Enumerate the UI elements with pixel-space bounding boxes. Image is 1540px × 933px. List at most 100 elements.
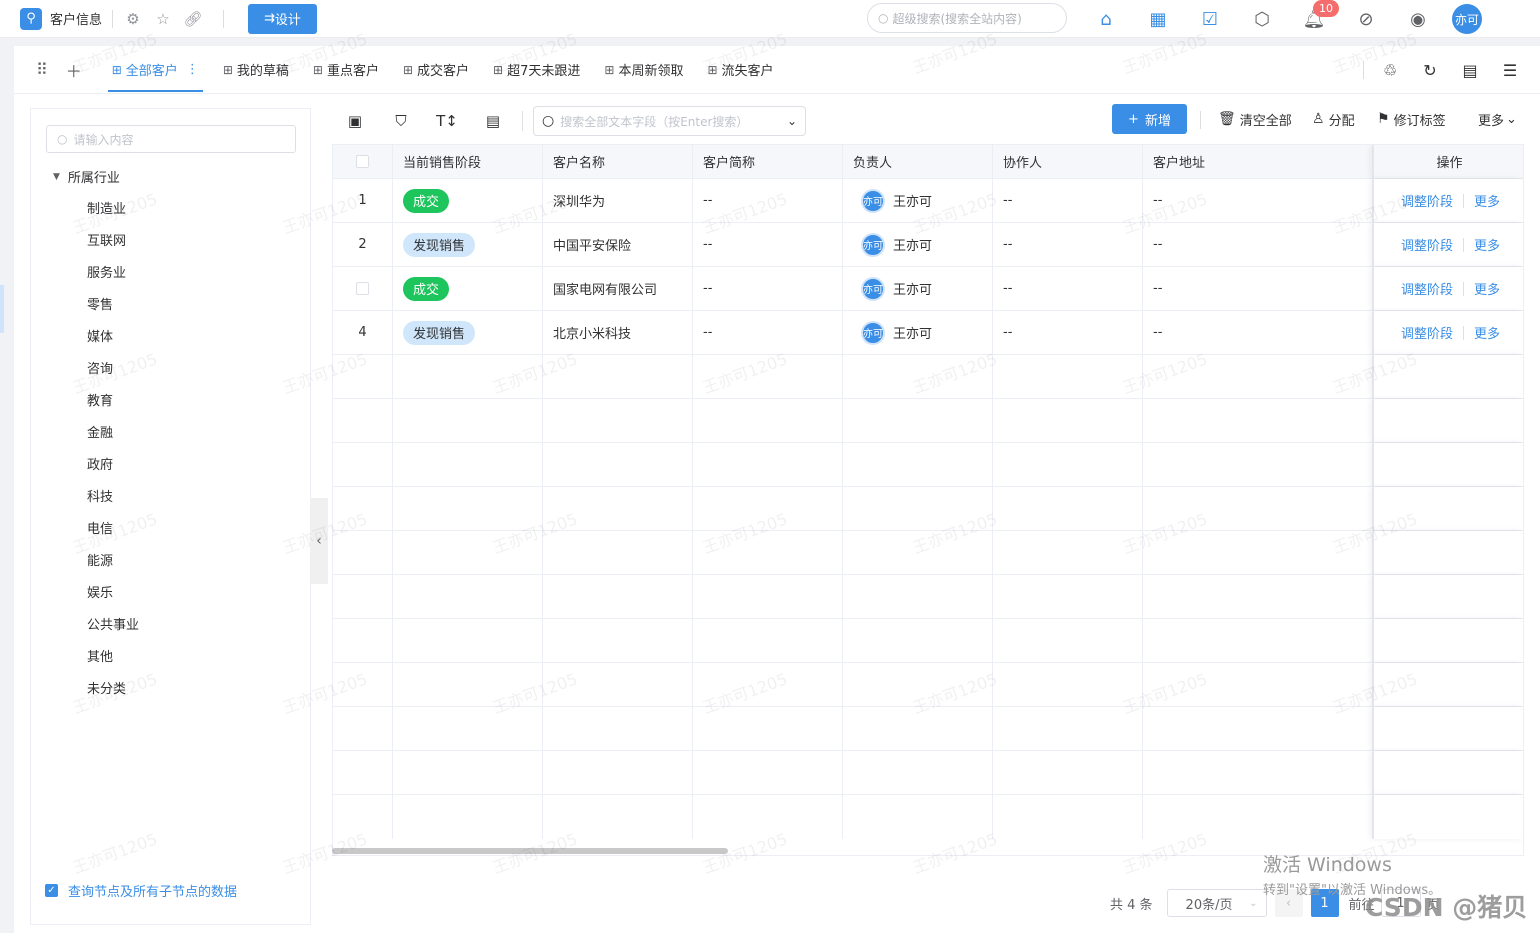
more-link[interactable]: 更多 bbox=[1474, 323, 1500, 342]
tab-no-followup-7d[interactable]: ⊞ 超7天未跟进 bbox=[481, 46, 592, 94]
more-dropdown-button[interactable]: 更多 ⌄ bbox=[1478, 104, 1517, 134]
search-list-icon[interactable]: ☰ bbox=[1490, 61, 1530, 80]
customer-name[interactable]: 深圳华为 bbox=[543, 179, 693, 222]
tree-root-node[interactable]: ▼ 所属行业 bbox=[53, 167, 120, 186]
column-header[interactable]: 负责人 bbox=[843, 145, 993, 178]
report-icon[interactable]: ▤ bbox=[1450, 61, 1490, 80]
divider bbox=[1363, 61, 1364, 79]
tree-item[interactable]: 服务业 bbox=[87, 263, 139, 295]
left-edge-highlight bbox=[0, 285, 4, 333]
table-row[interactable]: 成交 国家电网有限公司 -- 亦可 王亦可 -- -- 调整阶段 更多 bbox=[333, 267, 1523, 311]
tab-more-icon[interactable]: ⋮ bbox=[186, 62, 199, 77]
stage-tag: 成交 bbox=[403, 276, 450, 301]
tree-item[interactable]: 金融 bbox=[87, 423, 139, 455]
table-row[interactable]: 4 发现销售 北京小米科技 -- 亦可 王亦可 -- -- 调整阶段 更多 bbox=[333, 311, 1523, 355]
adjust-stage-link[interactable]: 调整阶段 bbox=[1401, 191, 1453, 210]
tree-item[interactable]: 未分类 bbox=[87, 679, 139, 711]
column-settings-icon[interactable]: ▤ bbox=[470, 112, 516, 130]
revise-tag-button[interactable]: ⚑ 修订标签 bbox=[1377, 104, 1446, 134]
select-all-checkbox[interactable] bbox=[356, 155, 369, 168]
tab-label: 我的草稿 bbox=[236, 64, 289, 79]
tab-deal-customers[interactable]: ⊞ 成交客户 bbox=[391, 46, 481, 94]
customer-name[interactable]: 中国平安保险 bbox=[543, 223, 693, 266]
customer-name[interactable]: 北京小米科技 bbox=[543, 311, 693, 354]
owner-avatar: 亦可 bbox=[861, 232, 885, 257]
more-link[interactable]: 更多 bbox=[1474, 235, 1500, 254]
settings-gear-icon[interactable]: ⚙ bbox=[123, 9, 143, 29]
link-icon[interactable]: 🔗︎ bbox=[183, 9, 203, 29]
tree-item[interactable]: 互联网 bbox=[87, 231, 139, 263]
table-search-input[interactable]: ○ 搜索全部文本字段（按Enter搜索） ⌄ bbox=[533, 106, 806, 136]
assign-button[interactable]: ♙ 分配 bbox=[1312, 104, 1355, 134]
adjust-stage-link[interactable]: 调整阶段 bbox=[1401, 235, 1453, 254]
view-layout-icon[interactable]: ▣ bbox=[332, 112, 378, 130]
column-header[interactable]: 客户地址 bbox=[1143, 145, 1373, 178]
hexagon-settings-icon[interactable]: ⬡ bbox=[1247, 4, 1277, 34]
table-row[interactable]: 1 成交 深圳华为 -- 亦可 王亦可 -- -- 调整阶段 更多 bbox=[333, 179, 1523, 223]
task-check-icon[interactable]: ☑ bbox=[1195, 4, 1225, 34]
adjust-stage-link[interactable]: 调整阶段 bbox=[1401, 279, 1453, 298]
add-view-icon[interactable]: ＋ bbox=[66, 58, 82, 82]
design-button[interactable]: ⇉ 设计 bbox=[248, 3, 317, 34]
column-header[interactable]: 客户简称 bbox=[693, 145, 843, 178]
filter-icon[interactable]: ⛉ bbox=[378, 112, 424, 130]
more-link[interactable]: 更多 bbox=[1474, 191, 1500, 210]
column-header[interactable]: 客户名称 bbox=[543, 145, 693, 178]
drag-handle-icon[interactable]: ⠿ bbox=[36, 60, 48, 79]
row-checkbox[interactable] bbox=[356, 282, 369, 295]
star-icon[interactable]: ☆ bbox=[153, 9, 173, 29]
column-header[interactable]: 当前销售阶段 bbox=[393, 145, 543, 178]
table-row[interactable]: 2 发现销售 中国平安保险 -- 亦可 王亦可 -- -- 调整阶段 更多 bbox=[333, 223, 1523, 267]
chevron-down-icon[interactable]: ⌄ bbox=[787, 114, 797, 128]
tree-search-input[interactable]: ○ 请输入内容 bbox=[46, 125, 296, 153]
tab-lost-customers[interactable]: ⊞ 流失客户 bbox=[695, 46, 785, 94]
add-button-label: 新增 bbox=[1144, 113, 1171, 129]
checkbox-checked-icon[interactable]: ✓ bbox=[45, 884, 58, 897]
super-search-input[interactable]: ○ 超级搜索(搜索全站内容) bbox=[867, 3, 1067, 33]
tree-item[interactable]: 科技 bbox=[87, 487, 139, 519]
adjust-stage-link[interactable]: 调整阶段 bbox=[1401, 323, 1453, 342]
tree-item[interactable]: 电信 bbox=[87, 519, 139, 551]
recycle-icon[interactable]: ♲ bbox=[1370, 61, 1410, 80]
tree-item[interactable]: 公共事业 bbox=[87, 615, 139, 647]
tab-key-customers[interactable]: ⊞ 重点客户 bbox=[301, 46, 391, 94]
tab-all-customers[interactable]: ⊞ 全部客户 ⋮ bbox=[100, 46, 211, 94]
user-circle-icon[interactable]: ◉ bbox=[1403, 4, 1433, 34]
bell-icon[interactable]: 🔔︎ 10 bbox=[1299, 0, 1339, 34]
home-icon[interactable]: ⌂ bbox=[1091, 4, 1121, 34]
user-avatar[interactable]: 亦可 bbox=[1452, 4, 1482, 34]
tree-item[interactable]: 其他 bbox=[87, 647, 139, 679]
caret-down-icon[interactable]: ▼ bbox=[53, 172, 60, 182]
tree-item[interactable]: 零售 bbox=[87, 295, 139, 327]
tree-item[interactable]: 娱乐 bbox=[87, 583, 139, 615]
tree-item[interactable]: 咨询 bbox=[87, 359, 139, 391]
page-size-select[interactable]: 20条/页 ⌄ bbox=[1166, 889, 1267, 917]
tab-my-drafts[interactable]: ⊞ 我的草稿 bbox=[211, 46, 301, 94]
include-children-checkbox[interactable]: ✓ 查询节点及所有子节点的数据 bbox=[45, 881, 237, 900]
add-button[interactable]: + 新增 bbox=[1112, 104, 1187, 134]
tree-item[interactable]: 能源 bbox=[87, 551, 139, 583]
customer-name[interactable]: 国家电网有限公司 bbox=[543, 267, 693, 310]
horizontal-scrollbar[interactable] bbox=[332, 848, 728, 854]
refresh-icon[interactable]: ↻ bbox=[1410, 61, 1450, 80]
divider bbox=[1463, 281, 1465, 296]
table-icon: ⊞ bbox=[493, 62, 504, 77]
collapse-sidebar-handle[interactable]: ‹ bbox=[310, 498, 328, 584]
tab-label: 重点客户 bbox=[326, 64, 379, 79]
chevron-left-icon: ‹ bbox=[316, 533, 322, 549]
clear-all-button[interactable]: 🗑︎ 清空全部 bbox=[1218, 104, 1292, 134]
compass-icon[interactable]: ⊘ bbox=[1351, 4, 1381, 34]
tree-item[interactable]: 教育 bbox=[87, 391, 139, 423]
apps-grid-icon[interactable]: ▦ bbox=[1143, 4, 1173, 34]
sort-text-icon[interactable]: T↕ bbox=[424, 112, 470, 130]
customer-short-name: -- bbox=[693, 267, 843, 310]
tree-item[interactable]: 政府 bbox=[87, 455, 139, 487]
notification-badge: 10 bbox=[1313, 0, 1339, 17]
column-header[interactable]: 协作人 bbox=[993, 145, 1143, 178]
row-index: 1 bbox=[333, 179, 393, 222]
tree-item[interactable]: 制造业 bbox=[87, 199, 139, 231]
tree-root-label: 所属行业 bbox=[67, 171, 120, 186]
tree-item[interactable]: 媒体 bbox=[87, 327, 139, 359]
more-link[interactable]: 更多 bbox=[1474, 279, 1500, 298]
tab-new-this-week[interactable]: ⊞ 本周新领取 bbox=[592, 46, 695, 94]
